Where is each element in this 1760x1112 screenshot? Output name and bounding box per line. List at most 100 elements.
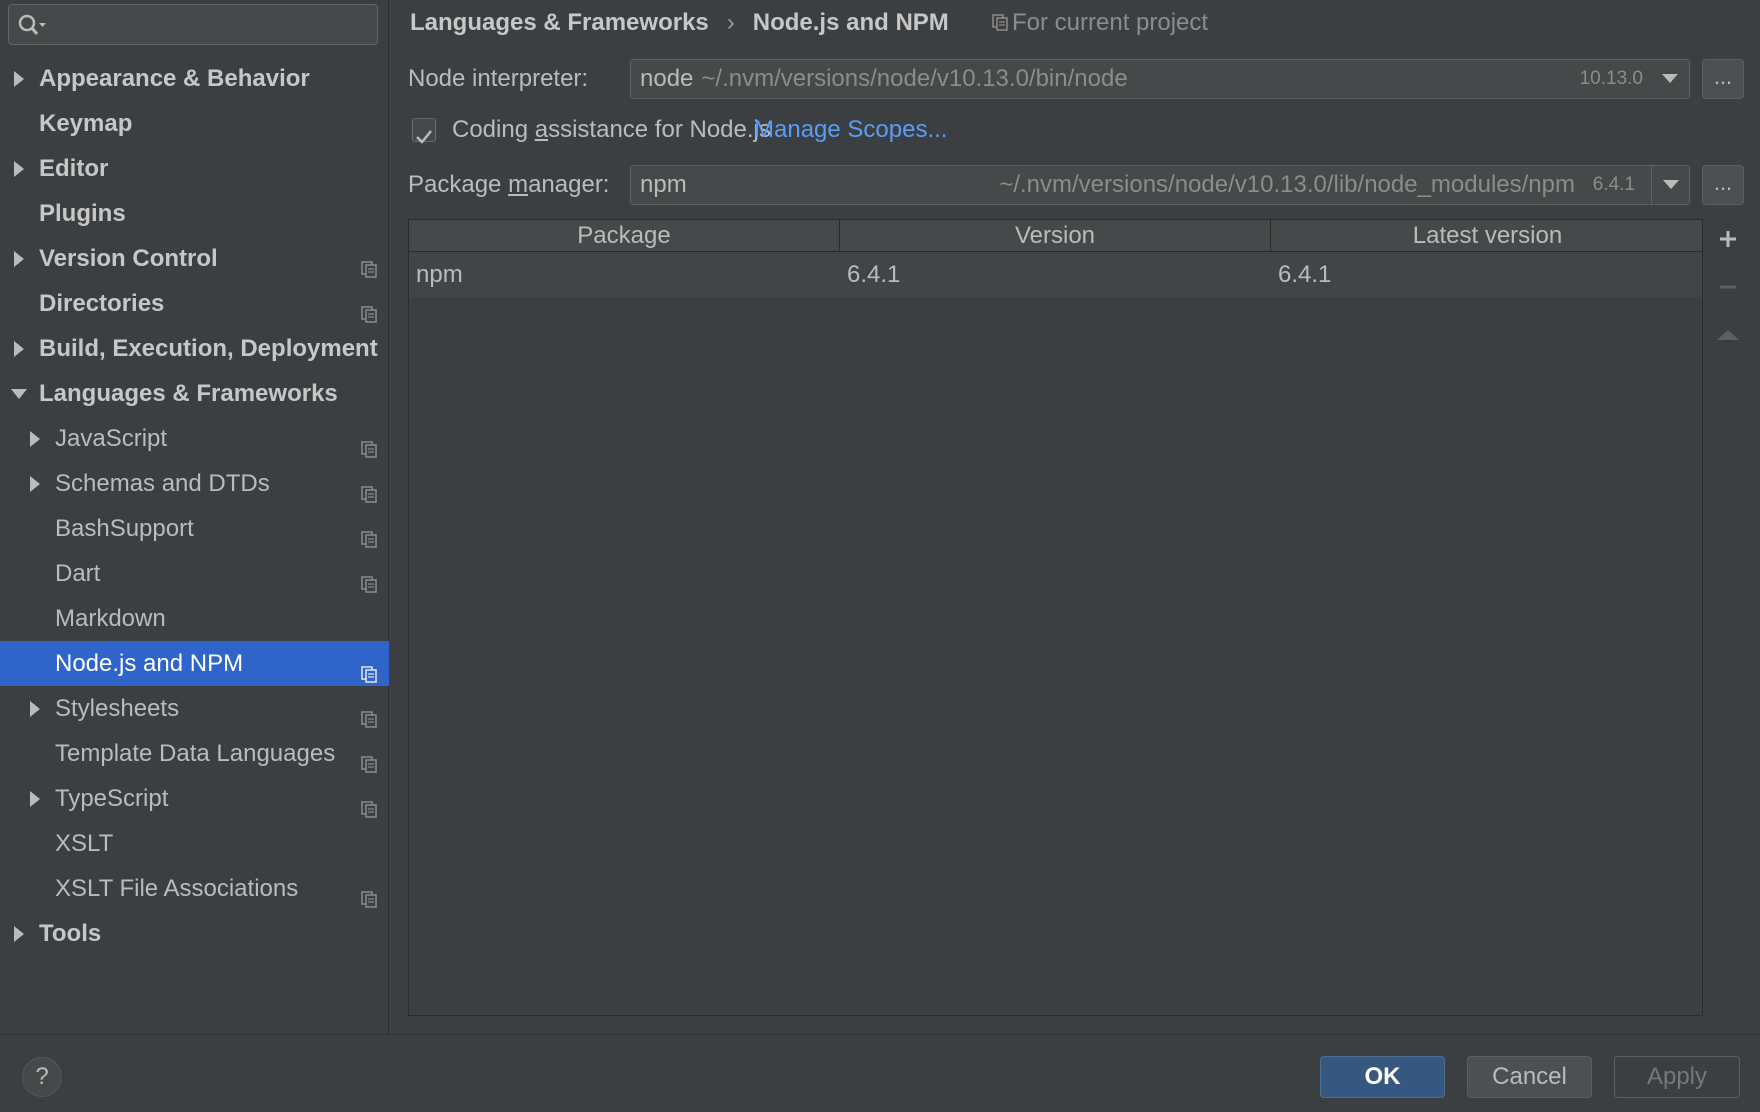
column-header-version[interactable]: Version bbox=[840, 220, 1271, 251]
cell-version: 6.4.1 bbox=[847, 261, 901, 288]
sidebar-item[interactable]: Version Control bbox=[0, 236, 389, 281]
chevron-right-icon[interactable] bbox=[9, 326, 29, 371]
sidebar-item[interactable]: Directories bbox=[0, 281, 389, 326]
table-header: Package Version Latest version bbox=[409, 220, 1702, 252]
cell-package: npm bbox=[416, 261, 463, 288]
sidebar-item-label: Keymap bbox=[39, 110, 133, 137]
package-manager-path: ~/.nvm/versions/node/v10.13.0/lib/node_m… bbox=[999, 171, 1575, 198]
coding-label-mnemonic: a bbox=[534, 116, 549, 143]
sidebar-item[interactable]: BashSupport bbox=[0, 506, 389, 551]
project-scope-icon bbox=[361, 564, 379, 593]
column-header-package[interactable]: Package bbox=[409, 220, 840, 251]
settings-search-input[interactable] bbox=[8, 4, 378, 45]
node-interpreter-name: node bbox=[640, 65, 694, 92]
sidebar-item[interactable]: Schemas and DTDs bbox=[0, 461, 389, 506]
package-manager-combo[interactable]: npm ~/.nvm/versions/node/v10.13.0/lib/no… bbox=[630, 165, 1690, 205]
node-interpreter-browse-button[interactable]: ... bbox=[1702, 59, 1744, 99]
sidebar-item-label: Languages & Frameworks bbox=[39, 380, 338, 407]
sidebar-item-label: Dart bbox=[55, 560, 101, 587]
pm-label-pre: Package bbox=[408, 171, 509, 198]
ok-button[interactable]: OK bbox=[1320, 1056, 1445, 1098]
sidebar-item-label: Schemas and DTDs bbox=[55, 470, 270, 497]
scope-text: For current project bbox=[1012, 9, 1209, 36]
column-header-latest-version[interactable]: Latest version bbox=[1271, 220, 1704, 251]
sidebar-item[interactable]: Build, Execution, Deployment bbox=[0, 326, 389, 371]
node-interpreter-path: ~/.nvm/versions/node/v10.13.0/bin/node bbox=[701, 65, 1128, 92]
sidebar-item-label: Stylesheets bbox=[55, 695, 180, 722]
sidebar-item[interactable]: Template Data Languages bbox=[0, 731, 389, 776]
coding-label-post: ssistance for Node.js bbox=[548, 116, 771, 143]
sidebar-item[interactable]: Keymap bbox=[0, 101, 389, 146]
node-interpreter-dropdown[interactable] bbox=[1651, 60, 1689, 98]
manage-scopes-link[interactable]: Manage Scopes... bbox=[754, 108, 947, 152]
sidebar-item-label: XSLT bbox=[55, 830, 114, 857]
packages-table[interactable]: Package Version Latest version npm 6.4.1… bbox=[408, 219, 1703, 1016]
upgrade-package-button[interactable] bbox=[1708, 315, 1748, 355]
package-manager-browse-button[interactable]: ... bbox=[1702, 165, 1744, 205]
coding-assistance-label[interactable]: Coding assistance for Node.js bbox=[452, 108, 771, 152]
scope-indicator: For current project bbox=[992, 0, 1208, 46]
project-scope-icon bbox=[361, 654, 379, 683]
coding-label-pre: Coding bbox=[452, 116, 535, 143]
project-scope-icon bbox=[361, 699, 379, 728]
package-manager-label: Package manager: bbox=[408, 165, 609, 205]
pm-label-post: anager: bbox=[528, 171, 610, 198]
sidebar-item-label: XSLT File Associations bbox=[55, 875, 299, 902]
table-row[interactable]: npm 6.4.1 6.4.1 bbox=[409, 252, 1702, 297]
project-scope-icon bbox=[992, 14, 1008, 31]
apply-button[interactable]: Apply bbox=[1614, 1056, 1740, 1098]
dialog-footer: ? OK Cancel Apply bbox=[0, 1034, 1760, 1112]
sidebar-item[interactable]: Languages & Frameworks bbox=[0, 371, 389, 416]
sidebar-item[interactable]: Plugins bbox=[0, 191, 389, 236]
cancel-button[interactable]: Cancel bbox=[1467, 1056, 1592, 1098]
plus-icon bbox=[1720, 231, 1736, 247]
sidebar-item[interactable]: Tools bbox=[0, 911, 389, 956]
sidebar-item[interactable]: XSLT bbox=[0, 821, 389, 866]
chevron-right-icon[interactable] bbox=[9, 146, 29, 191]
breadcrumb: Languages & Frameworks › Node.js and NPM bbox=[410, 0, 949, 46]
package-manager-dropdown[interactable] bbox=[1651, 166, 1689, 204]
chevron-right-icon[interactable] bbox=[25, 686, 45, 731]
project-scope-icon bbox=[361, 249, 379, 278]
project-scope-icon bbox=[361, 789, 379, 818]
breadcrumb-parent[interactable]: Languages & Frameworks bbox=[410, 0, 709, 46]
sidebar-item-label: Template Data Languages bbox=[55, 740, 336, 767]
sidebar-item-label: Markdown bbox=[55, 605, 166, 632]
project-scope-icon bbox=[361, 519, 379, 548]
chevron-right-icon[interactable] bbox=[25, 776, 45, 821]
sidebar-item[interactable]: JavaScript bbox=[0, 416, 389, 461]
project-scope-icon bbox=[361, 744, 379, 773]
sidebar-item-label: Tools bbox=[39, 920, 102, 947]
sidebar-item-label: TypeScript bbox=[55, 785, 169, 812]
sidebar-item[interactable]: Dart bbox=[0, 551, 389, 596]
package-manager-version: 6.4.1 bbox=[1592, 174, 1635, 195]
sidebar-item[interactable]: TypeScript bbox=[0, 776, 389, 821]
search-icon bbox=[18, 14, 46, 35]
cell-latest-version: 6.4.1 bbox=[1278, 261, 1332, 288]
remove-package-button[interactable] bbox=[1708, 267, 1748, 307]
add-package-button[interactable] bbox=[1708, 219, 1748, 259]
sidebar-item[interactable]: Markdown bbox=[0, 596, 389, 641]
sidebar-item[interactable]: XSLT File Associations bbox=[0, 866, 389, 911]
chevron-right-icon[interactable] bbox=[25, 461, 45, 506]
chevron-right-icon[interactable] bbox=[9, 56, 29, 101]
sidebar-item[interactable]: Appearance & Behavior bbox=[0, 56, 389, 101]
breadcrumb-current: Node.js and NPM bbox=[752, 9, 949, 36]
chevron-down-icon[interactable] bbox=[9, 371, 29, 416]
node-interpreter-combo[interactable]: node ~/.nvm/versions/node/v10.13.0/bin/no… bbox=[630, 59, 1690, 99]
chevron-right-icon[interactable] bbox=[25, 416, 45, 461]
sidebar-item[interactable]: Node.js and NPM bbox=[0, 641, 389, 686]
chevron-right-icon[interactable] bbox=[9, 911, 29, 956]
arrow-up-icon bbox=[1717, 330, 1739, 340]
sidebar-item-label: Build, Execution, Deployment bbox=[39, 335, 378, 362]
chevron-down-icon bbox=[1662, 74, 1678, 83]
sidebar-item[interactable]: Stylesheets bbox=[0, 686, 389, 731]
node-version: 10.13.0 bbox=[1579, 68, 1643, 89]
sidebar-item[interactable]: Editor bbox=[0, 146, 389, 191]
help-button[interactable]: ? bbox=[22, 1057, 62, 1097]
chevron-right-icon[interactable] bbox=[9, 236, 29, 281]
project-scope-icon bbox=[361, 429, 379, 458]
coding-assistance-checkbox[interactable] bbox=[412, 118, 436, 144]
project-scope-icon bbox=[361, 474, 379, 503]
package-manager-name: npm bbox=[640, 171, 687, 198]
